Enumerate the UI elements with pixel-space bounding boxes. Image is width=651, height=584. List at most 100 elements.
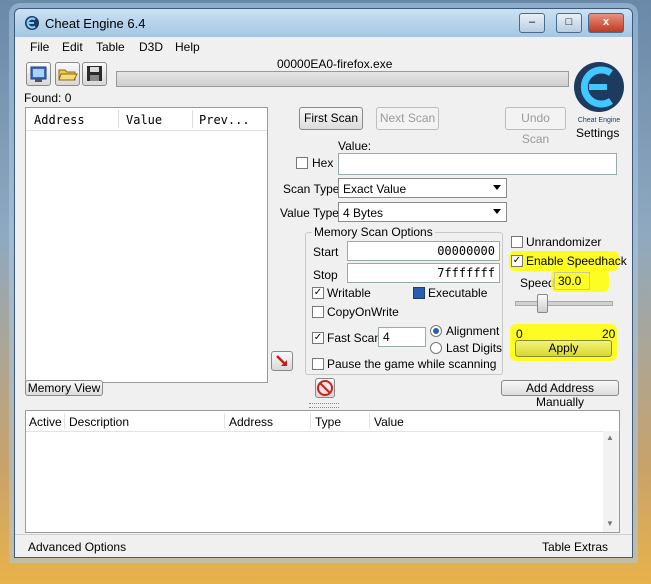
speed-slider-track[interactable] xyxy=(515,301,613,306)
menu-table[interactable]: Table xyxy=(96,40,125,54)
value-input[interactable] xyxy=(338,153,617,175)
scroll-up-icon[interactable]: ▲ xyxy=(606,433,614,442)
alignment-radio[interactable] xyxy=(430,325,442,337)
enable-speedhack-checkbox[interactable]: ✓ xyxy=(511,255,523,267)
memory-view-button[interactable]: Memory View xyxy=(25,380,103,396)
col-table-value[interactable]: Value xyxy=(374,415,404,429)
open-process-button[interactable] xyxy=(26,62,51,86)
copyonwrite-label: CopyOnWrite xyxy=(327,305,399,319)
open-process-icon xyxy=(30,66,47,82)
col-type[interactable]: Type xyxy=(315,415,341,429)
col-table-address[interactable]: Address xyxy=(229,415,273,429)
executable-checkbox[interactable] xyxy=(413,287,425,299)
value-label: Value: xyxy=(338,139,372,153)
start-label: Start xyxy=(313,245,339,259)
unrandomizer-label: Unrandomizer xyxy=(526,235,602,249)
found-count: Found: 0 xyxy=(24,91,72,105)
value-type-label: Value Type xyxy=(280,206,339,220)
save-icon xyxy=(87,66,102,81)
title-bar: Cheat Engine 6.4 – □ x xyxy=(15,9,632,37)
col-active[interactable]: Active xyxy=(29,415,62,429)
chevron-down-icon xyxy=(493,209,501,214)
speed-label: Speed xyxy=(520,276,555,290)
start-address-input[interactable]: 00000000 xyxy=(347,241,500,261)
open-file-icon xyxy=(58,69,78,81)
scan-results-list[interactable]: Address Value Prev... xyxy=(25,107,268,383)
col-divider xyxy=(369,413,370,429)
arrow-down-right-icon xyxy=(276,355,287,366)
maximize-button[interactable]: □ xyxy=(556,13,582,33)
copyonwrite-checkbox[interactable] xyxy=(312,306,324,318)
slider-max-label: 20 xyxy=(602,327,616,341)
address-table-header: Active Description Address Type Value xyxy=(26,411,619,432)
menu-help[interactable]: Help xyxy=(175,40,200,54)
hex-label: Hex xyxy=(312,156,334,170)
pause-game-checkbox[interactable] xyxy=(312,358,324,370)
minimize-button[interactable]: – xyxy=(519,13,545,33)
executable-label: Executable xyxy=(428,286,488,300)
results-header: Address Value Prev... xyxy=(26,108,267,131)
close-button[interactable]: x xyxy=(588,13,624,33)
pause-game-label: Pause the game while scanning xyxy=(327,357,497,371)
col-divider xyxy=(64,413,65,429)
col-divider xyxy=(118,110,119,128)
scan-type-value: Exact Value xyxy=(343,182,407,196)
settings-link[interactable]: Settings xyxy=(576,126,619,140)
cheat-engine-logo-icon[interactable]: Cheat Engine xyxy=(573,59,625,125)
writable-checkbox[interactable]: ✓ xyxy=(312,287,324,299)
address-table[interactable]: Active Description Address Type Value ▲ … xyxy=(25,410,620,533)
add-to-list-button[interactable] xyxy=(271,351,293,371)
status-bar: Advanced Options Table Extras xyxy=(15,534,632,557)
value-type-value: 4 Bytes xyxy=(343,206,384,220)
writable-label: Writable xyxy=(327,286,371,300)
slider-min-label: 0 xyxy=(516,327,523,341)
scan-type-label: Scan Type xyxy=(283,182,340,196)
scan-progress-bar xyxy=(116,71,569,87)
cheat-engine-window: Cheat Engine 6.4 – □ x File Edit Table D… xyxy=(14,8,633,558)
app-icon xyxy=(25,16,39,30)
menu-bar: File Edit Table D3D Help xyxy=(15,37,632,57)
vertical-scrollbar[interactable]: ▲ ▼ xyxy=(603,431,619,532)
window-title: Cheat Engine 6.4 xyxy=(45,16,146,31)
next-scan-button[interactable]: Next Scan xyxy=(376,107,439,130)
col-address[interactable]: Address xyxy=(34,113,85,127)
fast-scan-input[interactable]: 4 xyxy=(378,327,426,347)
add-address-manually-button[interactable]: Add Address Manually xyxy=(501,380,619,409)
hex-checkbox[interactable] xyxy=(296,157,308,169)
col-value[interactable]: Value xyxy=(126,113,162,127)
fast-scan-checkbox[interactable]: ✓ xyxy=(312,332,324,344)
speed-input[interactable]: 30.0 xyxy=(554,272,590,290)
unrandomizer-checkbox[interactable] xyxy=(511,236,523,248)
logo-text: Cheat Engine xyxy=(578,117,621,124)
save-button[interactable] xyxy=(82,62,107,86)
speed-slider-thumb[interactable] xyxy=(537,294,548,313)
chevron-down-icon xyxy=(493,185,501,190)
col-divider xyxy=(192,110,193,128)
menu-d3d[interactable]: D3D xyxy=(139,40,163,54)
splitter-handle[interactable] xyxy=(309,403,339,408)
stop-address-input[interactable]: 7fffffff xyxy=(347,263,500,283)
col-description[interactable]: Description xyxy=(69,415,129,429)
first-scan-button[interactable]: First Scan xyxy=(299,107,363,130)
col-divider xyxy=(310,413,311,429)
stop-scan-button[interactable] xyxy=(315,378,335,398)
col-previous[interactable]: Prev... xyxy=(199,113,250,127)
last-digits-radio[interactable] xyxy=(430,342,442,354)
no-entry-icon xyxy=(317,380,333,396)
fast-scan-label: Fast Scan xyxy=(327,331,382,345)
apply-speedhack-button[interactable]: Apply xyxy=(515,340,612,357)
table-extras-link[interactable]: Table Extras xyxy=(542,540,608,554)
scan-type-select[interactable]: Exact Value xyxy=(338,178,507,198)
open-file-button[interactable] xyxy=(55,62,80,86)
enable-speedhack-label: Enable Speedhack xyxy=(526,254,627,268)
advanced-options-link[interactable]: Advanced Options xyxy=(28,540,126,554)
value-type-select[interactable]: 4 Bytes xyxy=(338,202,507,222)
undo-scan-button[interactable]: Undo Scan xyxy=(505,107,566,146)
scroll-down-icon[interactable]: ▼ xyxy=(606,519,614,528)
menu-file[interactable]: File xyxy=(30,40,49,54)
col-divider xyxy=(224,413,225,429)
last-digits-label: Last Digits xyxy=(446,341,503,355)
menu-edit[interactable]: Edit xyxy=(62,40,83,54)
alignment-label: Alignment xyxy=(446,324,500,338)
memory-scan-options-title: Memory Scan Options xyxy=(312,225,435,239)
